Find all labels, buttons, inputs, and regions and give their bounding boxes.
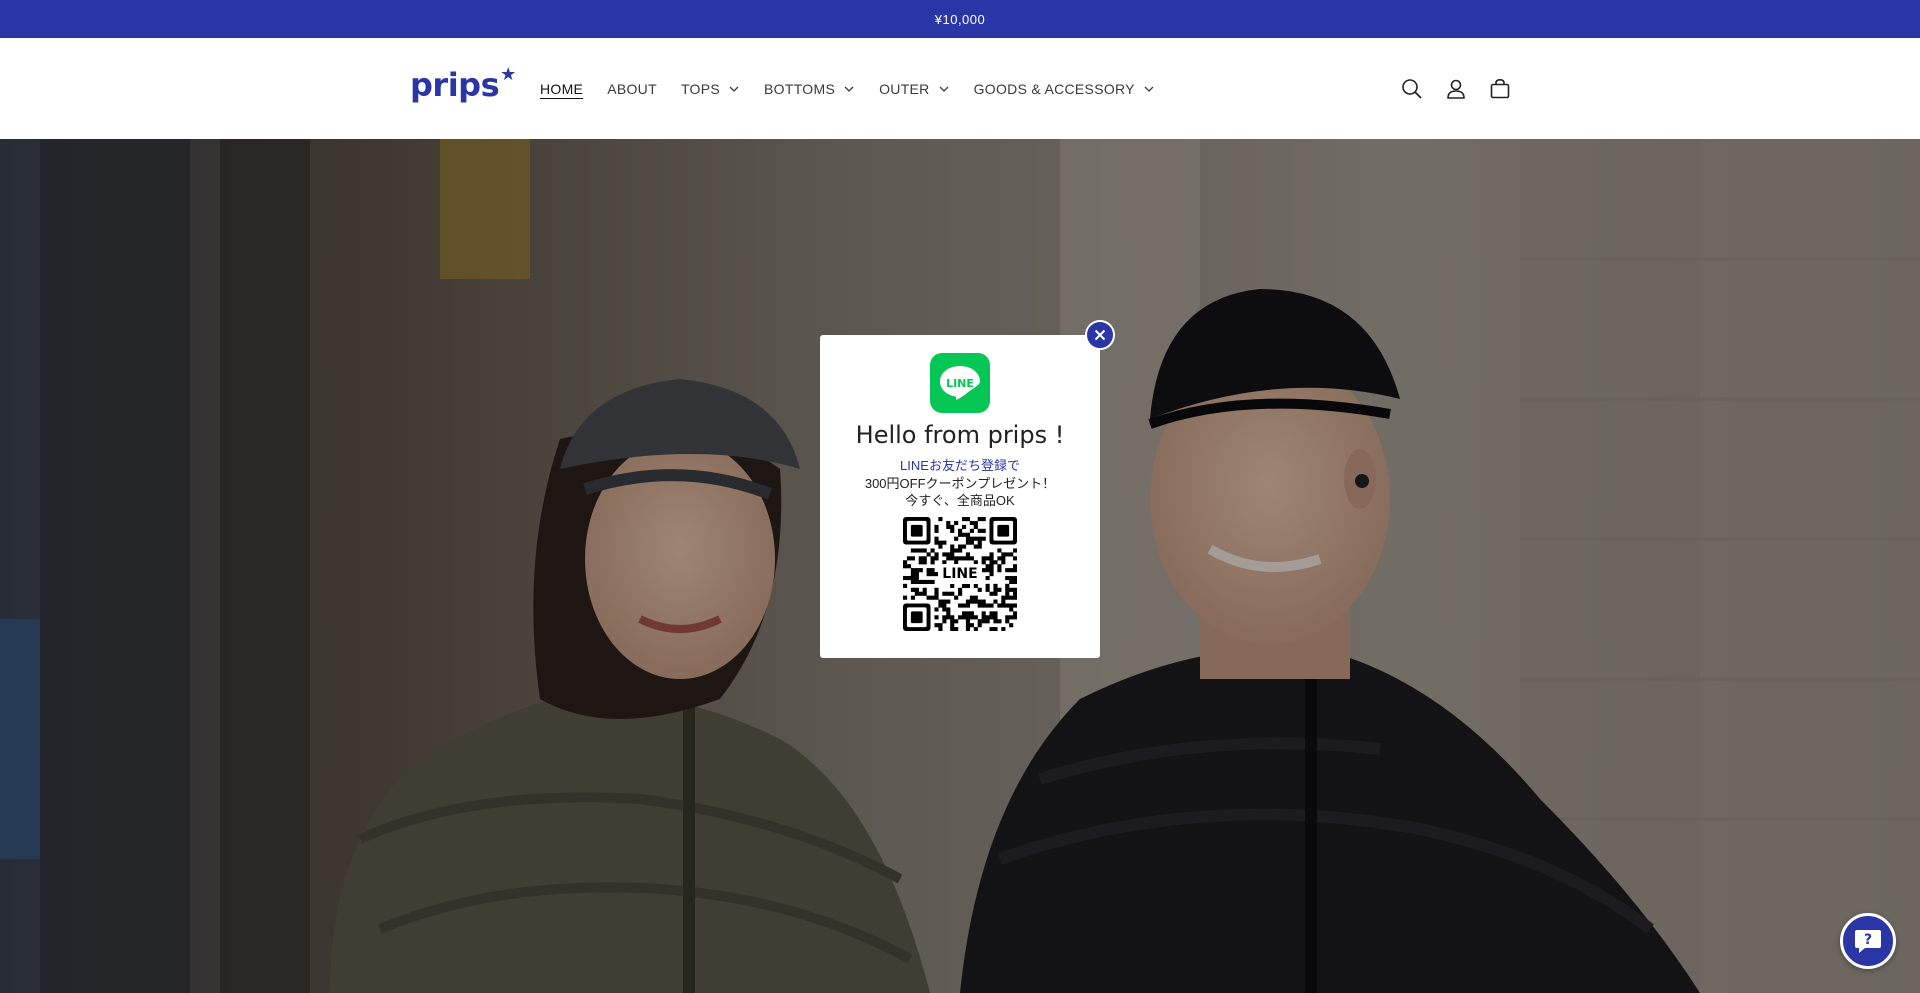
nav-item-label: BOTTOMS: [764, 80, 836, 97]
account-icon[interactable]: [1434, 67, 1478, 111]
nav-item-label: TOPS: [680, 80, 721, 97]
chevron-down-icon: [938, 83, 950, 95]
nav-item-label: OUTER: [879, 80, 930, 97]
header-icons: [1390, 38, 1522, 139]
logo-text: prips: [410, 66, 500, 104]
nav-item-label: HOME: [540, 80, 584, 97]
chat-help-button[interactable]: ?: [1840, 913, 1896, 969]
chevron-down-icon: [843, 83, 855, 95]
popup-title: Hello from prips !: [855, 421, 1065, 449]
site-logo[interactable]: prips ★: [410, 64, 516, 104]
line-app-icon: LINE: [930, 353, 990, 413]
search-icon[interactable]: [1390, 67, 1434, 111]
logo-star: ★: [500, 64, 516, 85]
site-header: prips ★ HOME ABOUT TOPS BOTTOMS OUTER GO…: [0, 38, 1920, 139]
nav-item-outer[interactable]: OUTER: [879, 81, 950, 97]
nav-item-bottoms[interactable]: BOTTOMS: [764, 81, 855, 97]
line-promo-modal: LINE Hello from prips ! LINEお友だち登録で 300円…: [820, 335, 1100, 658]
chat-question-icon: ?: [1855, 930, 1881, 953]
close-popup-button[interactable]: [1085, 320, 1115, 350]
main-nav: HOME ABOUT TOPS BOTTOMS OUTER GOODS & AC…: [540, 38, 1179, 139]
announcement-bar: ¥10,000: [0, 0, 1920, 38]
svg-text:?: ?: [1864, 932, 1872, 948]
nav-item-label: ABOUT: [607, 80, 657, 97]
chevron-down-icon: [1143, 83, 1155, 95]
announcement-text: ¥10,000: [934, 11, 986, 27]
nav-item-goods-accessory[interactable]: GOODS & ACCESSORY: [974, 81, 1155, 97]
nav-item-tops[interactable]: TOPS: [681, 81, 740, 97]
cart-icon[interactable]: [1478, 67, 1522, 111]
nav-item-label: GOODS & ACCESSORY: [973, 80, 1135, 97]
close-icon: [1094, 329, 1106, 341]
popup-line-now: 今すぐ、全商品OK: [905, 493, 1015, 508]
chevron-down-icon: [728, 83, 740, 95]
nav-item-about[interactable]: ABOUT: [607, 81, 657, 97]
popup-line-friend: LINEお友だち登録で: [900, 458, 1020, 473]
nav-item-home[interactable]: HOME: [540, 81, 583, 97]
line-qr-code[interactable]: LINE: [903, 517, 1018, 632]
qr-label: LINE: [938, 564, 982, 584]
line-badge-text: LINE: [946, 376, 974, 390]
